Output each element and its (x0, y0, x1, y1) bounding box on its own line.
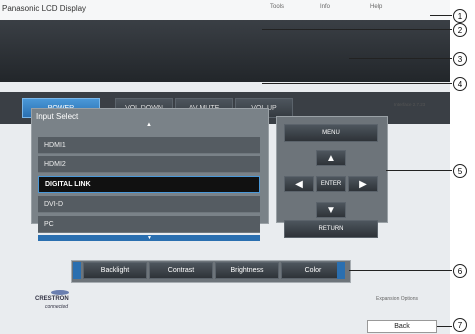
input-item[interactable]: HDMI2 (38, 156, 260, 173)
back-button[interactable]: Back (367, 320, 437, 333)
contrast-button[interactable]: Contrast (149, 262, 213, 279)
callout-line (262, 83, 452, 84)
brightness-button[interactable]: Brightness (215, 262, 279, 279)
input-item-selected[interactable]: DIGITAL LINK (38, 176, 260, 193)
callout-2: 2 (453, 23, 467, 37)
backlight-button[interactable]: Backlight (83, 262, 147, 279)
left-arrow-icon[interactable]: ◀ (284, 176, 314, 192)
input-item[interactable]: HDMI1 (38, 137, 260, 154)
expansion-options-link[interactable]: Expansion Options (376, 296, 418, 302)
callout-6: 6 (453, 264, 467, 278)
callout-line (349, 58, 452, 59)
input-select-title: Input Select (36, 112, 79, 121)
crestron-logo-text: CRESTRON (35, 296, 69, 302)
enter-button[interactable]: ENTER (316, 176, 346, 192)
callout-3: 3 (453, 52, 467, 66)
right-arrow-icon[interactable]: ▶ (348, 176, 378, 192)
help-menu[interactable]: Help (370, 4, 382, 10)
callout-line (430, 15, 452, 16)
callout-line (437, 326, 452, 327)
callout-line (386, 170, 452, 171)
callout-5: 5 (453, 164, 467, 178)
up-arrow-icon[interactable]: ▲ (316, 150, 346, 166)
adjust-scroll-right[interactable] (337, 262, 345, 279)
info-menu[interactable]: Info (320, 4, 330, 10)
menu-button[interactable]: MENU (284, 124, 378, 142)
callout-line (349, 270, 452, 271)
window-title: Panasonic LCD Display (2, 4, 87, 13)
callout-1: 1 (453, 9, 467, 23)
callout-7: 7 (453, 318, 467, 332)
callout-line (262, 29, 452, 30)
input-item[interactable]: DVI-D (38, 196, 260, 213)
adjust-scroll-left[interactable] (73, 262, 81, 279)
down-arrow-icon[interactable]: ▼ (316, 202, 346, 218)
tools-menu[interactable]: Tools (270, 4, 284, 10)
input-item[interactable]: PC (38, 216, 260, 233)
callout-4: 4 (453, 77, 467, 91)
return-button[interactable]: RETURN (284, 220, 378, 238)
scroll-up-icon[interactable]: ▲ (146, 122, 152, 128)
interface-version: Interface 2.7.23 (394, 102, 426, 107)
crestron-logo-mark (51, 290, 69, 295)
crestron-logo: CRESTRON connected (35, 290, 95, 312)
scroll-down-icon[interactable]: ▼ (147, 235, 152, 241)
color-button[interactable]: Color (281, 262, 345, 279)
crestron-logo-sub: connected (45, 304, 69, 310)
